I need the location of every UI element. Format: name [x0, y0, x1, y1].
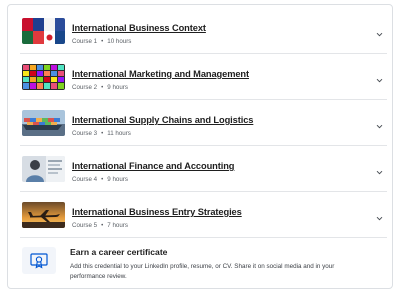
- certificate-icon-tile: [22, 247, 56, 274]
- course-title[interactable]: International Supply Chains and Logistic…: [72, 115, 253, 125]
- chevron-down-icon[interactable]: [375, 76, 384, 85]
- certificate-description: Add this credential to your LinkedIn pro…: [70, 263, 335, 280]
- chevron-down-icon[interactable]: [375, 30, 384, 39]
- course-item-4[interactable]: International Finance and Accounting Cou…: [20, 147, 387, 192]
- course-title[interactable]: International Business Entry Strategies: [72, 207, 242, 217]
- course-duration: 10 hours: [107, 38, 132, 45]
- course-number: Course 4: [72, 176, 98, 183]
- course-duration: 9 hours: [107, 84, 128, 91]
- course-meta: Course 2 • 9 hours: [72, 84, 128, 91]
- course-item-2[interactable]: International Marketing and Management C…: [20, 55, 387, 100]
- course-meta: Course 5 • 7 hours: [72, 222, 128, 229]
- course-number: Course 2: [72, 84, 98, 91]
- course-title[interactable]: International Marketing and Management: [72, 69, 249, 79]
- course-title[interactable]: International Finance and Accounting: [72, 161, 234, 171]
- course-item-5[interactable]: International Business Entry Strategies …: [20, 193, 387, 238]
- chevron-down-icon[interactable]: [375, 122, 384, 131]
- finance-thumbnail: [22, 156, 65, 182]
- career-certificate-section: Earn a career certificate Add this crede…: [20, 243, 387, 289]
- course-duration: 9 hours: [107, 176, 128, 183]
- course-meta: Course 1 • 10 hours: [72, 38, 132, 45]
- certificate-title: Earn a career certificate: [70, 247, 168, 257]
- course-item-3[interactable]: International Supply Chains and Logistic…: [20, 101, 387, 146]
- course-meta: Course 4 • 9 hours: [72, 176, 128, 183]
- course-duration: 11 hours: [107, 130, 131, 137]
- course-list-panel: International Business Context Course 1 •…: [7, 4, 393, 289]
- chevron-down-icon[interactable]: [375, 214, 384, 223]
- chevron-down-icon[interactable]: [375, 168, 384, 177]
- marketing-thumbnail: [22, 64, 65, 90]
- course-number: Course 1: [72, 38, 98, 45]
- course-number: Course 3: [72, 130, 98, 137]
- course-meta: Course 3 • 11 hours: [72, 130, 131, 137]
- course-title[interactable]: International Business Context: [72, 23, 206, 33]
- business-context-thumbnail: [22, 18, 65, 44]
- airplane-thumbnail: [22, 202, 65, 228]
- supply-chain-thumbnail: [22, 110, 65, 136]
- course-item-1[interactable]: International Business Context Course 1 •…: [20, 9, 387, 54]
- course-number: Course 5: [72, 222, 98, 229]
- certificate-icon: [30, 253, 48, 269]
- course-duration: 7 hours: [107, 222, 128, 229]
